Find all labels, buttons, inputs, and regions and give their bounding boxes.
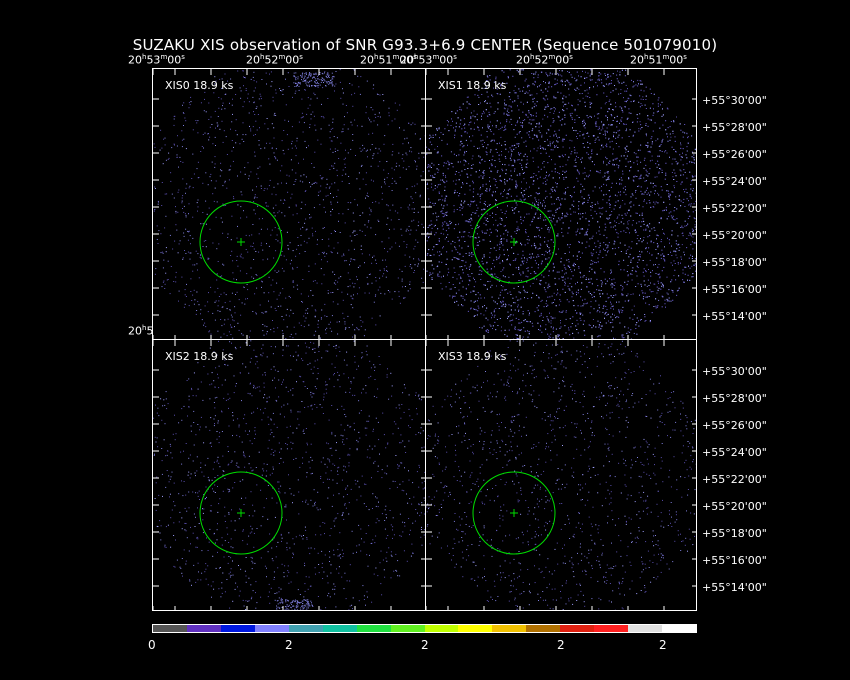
xis2-panel: XIS2 18.9 ks	[152, 339, 426, 611]
colorbar-segment	[254, 625, 289, 632]
colorbar-label: 2	[557, 638, 565, 652]
dec-tick-label: +55°28'00"	[702, 121, 767, 134]
dec-tick-label: +55°20'00"	[702, 500, 767, 513]
xis1-panel: XIS1 18.9 ks	[425, 68, 697, 340]
xis3-image	[426, 340, 696, 610]
xis2-image	[153, 340, 425, 610]
colorbar-segment	[492, 625, 527, 632]
colorbar-segment	[424, 625, 459, 632]
colorbar-segment	[628, 625, 663, 632]
dec-tick-label: +55°18'00"	[702, 527, 767, 540]
figure-title: SUZAKU XIS observation of SNR G93.3+6.9 …	[132, 36, 718, 54]
photon-events	[426, 340, 696, 610]
colorbar-segment	[662, 625, 696, 632]
colorbar-segment	[356, 625, 391, 632]
dec-tick-label: +55°24'00"	[702, 175, 767, 188]
dec-tick-label: +55°30'00"	[702, 94, 767, 107]
panel-label: XIS0 18.9 ks	[165, 79, 234, 92]
center-cross-icon	[237, 238, 245, 246]
center-cross-icon	[237, 509, 245, 517]
colorbar-segment	[288, 625, 323, 632]
colorbar-segment	[322, 625, 357, 632]
ra-tick-label: 20h53m00s	[128, 53, 185, 67]
dec-tick-label: +55°14'00"	[702, 310, 767, 323]
panel-label: XIS2 18.9 ks	[165, 350, 234, 363]
center-cross-icon	[510, 238, 518, 246]
colorbar-segment	[458, 625, 493, 632]
colorbar-segment	[560, 625, 595, 632]
ra-tick-label: 20h53m00s	[400, 53, 457, 67]
dec-tick-label: +55°16'00"	[702, 554, 767, 567]
ra-tick-label: 20h52m00s	[516, 53, 573, 67]
colorbar-segment	[153, 625, 187, 632]
photon-events	[153, 340, 425, 610]
center-cross-icon	[510, 509, 518, 517]
colorbar-label: 2	[659, 638, 667, 652]
photon-events	[426, 69, 696, 339]
colorbar-segment	[526, 625, 561, 632]
panel-label: XIS1 18.9 ks	[438, 79, 507, 92]
dec-tick-label: +55°22'00"	[702, 202, 767, 215]
xis1-image	[426, 69, 696, 339]
dec-tick-label: +55°24'00"	[702, 446, 767, 459]
colorbar-segment	[186, 625, 221, 632]
dec-tick-label: +55°14'00"	[702, 581, 767, 594]
dec-tick-label: +55°18'00"	[702, 256, 767, 269]
dec-tick-label: +55°30'00"	[702, 365, 767, 378]
panel-label: XIS3 18.9 ks	[438, 350, 507, 363]
dec-tick-label: +55°26'00"	[702, 419, 767, 432]
ra-tick-label: 20h52m00s	[246, 53, 303, 67]
colorbar-label: 2	[421, 638, 429, 652]
colorbar-segment	[220, 625, 255, 632]
colorbar-segment	[390, 625, 425, 632]
photon-events	[153, 69, 425, 339]
xis0-image	[153, 69, 425, 339]
dec-tick-label: +55°28'00"	[702, 392, 767, 405]
colorbar	[152, 624, 697, 633]
axis-ticks	[426, 340, 696, 610]
ra-tick-label: 20h51m00s	[630, 53, 687, 67]
colorbar-label: 2	[285, 638, 293, 652]
colorbar-label: 0	[148, 638, 156, 652]
dec-tick-label: +55°16'00"	[702, 283, 767, 296]
xis0-panel: XIS0 18.9 ks	[152, 68, 426, 340]
xis3-panel: XIS3 18.9 ks	[425, 339, 697, 611]
axis-ticks	[153, 340, 425, 610]
dec-tick-label: +55°20'00"	[702, 229, 767, 242]
dec-tick-label: +55°26'00"	[702, 148, 767, 161]
dec-tick-label: +55°22'00"	[702, 473, 767, 486]
axis-ticks	[153, 69, 425, 339]
colorbar-segment	[594, 625, 629, 632]
